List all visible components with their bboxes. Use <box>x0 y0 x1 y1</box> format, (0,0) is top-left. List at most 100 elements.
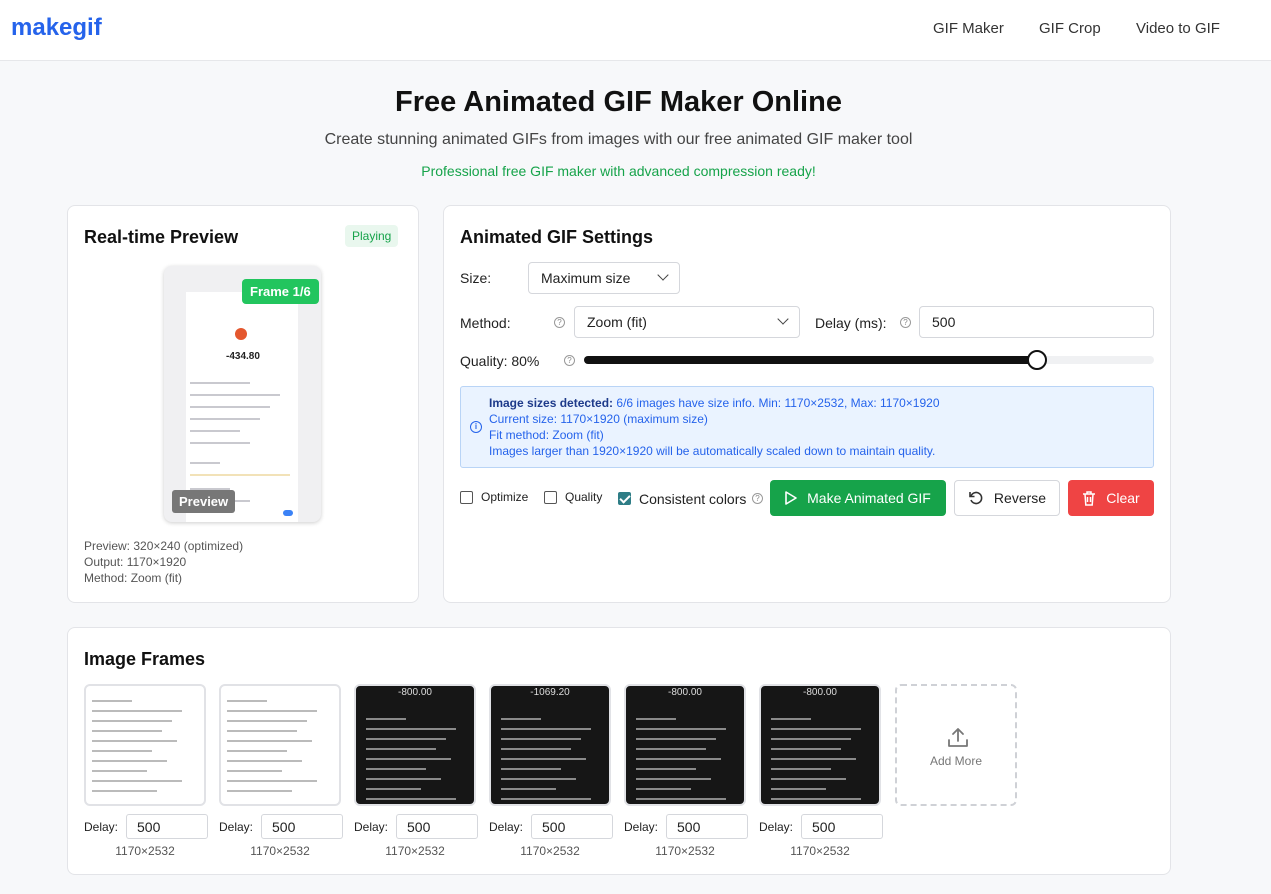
frame-text-line <box>771 758 856 760</box>
clear-label: Clear <box>1106 490 1140 506</box>
frame-text-line <box>92 730 162 732</box>
frame-text-line <box>227 710 317 712</box>
rotate-ccw-icon <box>969 491 983 505</box>
quality-help-icon[interactable]: ? <box>564 355 575 366</box>
make-gif-button[interactable]: Make Animated GIF <box>770 480 946 516</box>
info-line-current: Current size: 1170×1920 (maximum size) <box>489 412 708 426</box>
frame-text-line <box>501 798 591 800</box>
page-title: Free Animated GIF Maker Online <box>395 86 842 118</box>
frame-text-line <box>92 790 157 792</box>
nav-gif-crop[interactable]: GIF Crop <box>1039 20 1101 37</box>
method-select-value: Zoom (fit) <box>587 314 647 330</box>
frame-thumbnail[interactable]: -800.00 <box>354 684 476 806</box>
chevron-down-icon <box>657 269 669 281</box>
frame-text-line <box>227 770 282 772</box>
frame-text-line <box>366 758 451 760</box>
trash-icon <box>1083 491 1096 506</box>
frame-thumbnail[interactable] <box>219 684 341 806</box>
frame-text-line <box>636 718 676 720</box>
frame-text-line <box>771 768 831 770</box>
info-line-scaling: Images larger than 1920×1920 will be aut… <box>489 444 936 458</box>
status-badge: Playing <box>345 225 399 247</box>
frame-thumbnail[interactable]: -800.00 <box>759 684 881 806</box>
top-bar: makegif GIF Maker GIF Crop Video to GIF <box>0 0 1271 61</box>
frame-text-line <box>501 768 561 770</box>
frame-delay-label: Delay: <box>354 820 389 834</box>
frame-delay-label: Delay: <box>759 820 794 834</box>
info-icon: i <box>470 421 482 433</box>
quality-checkbox[interactable] <box>544 491 557 504</box>
consistent-colors-checkbox[interactable] <box>618 492 631 505</box>
output-size-info: Output: 1170×1920 <box>84 555 187 569</box>
frame-text-line <box>366 738 446 740</box>
preview-image: -434.80 <box>164 266 321 522</box>
frame-thumbnail[interactable]: -1069.20 <box>489 684 611 806</box>
frame-delay-label: Delay: <box>489 820 524 834</box>
frame-delay-input[interactable]: 500 <box>666 814 748 839</box>
method-info: Method: Zoom (fit) <box>84 571 183 585</box>
frame-text-line <box>227 750 287 752</box>
add-more-label: Add More <box>929 754 983 768</box>
frame-delay-input[interactable]: 500 <box>261 814 343 839</box>
quality-slider-handle[interactable] <box>1027 350 1047 370</box>
frame-text-line <box>92 740 177 742</box>
frame-text-line <box>366 798 456 800</box>
frames-title: Image Frames <box>84 649 206 669</box>
clear-button[interactable]: Clear <box>1068 480 1154 516</box>
nav-gif-maker[interactable]: GIF Maker <box>933 20 1004 37</box>
preview-title: Real-time Preview <box>84 227 239 247</box>
frame-text-line <box>636 738 716 740</box>
frame-text-line <box>366 768 426 770</box>
frame-text-line <box>227 780 317 782</box>
quality-slider[interactable] <box>584 350 1154 370</box>
preview-screen: -434.80 <box>186 292 298 522</box>
frame-delay-input[interactable]: 500 <box>396 814 478 839</box>
nav-video-to-gif[interactable]: Video to GIF <box>1136 20 1220 37</box>
frame-text-line <box>92 720 172 722</box>
merchant-icon <box>235 328 247 340</box>
frame-text-line <box>501 748 571 750</box>
optimize-checkbox[interactable] <box>460 491 473 504</box>
frame-text-line <box>771 778 846 780</box>
frame-text-line <box>636 758 721 760</box>
settings-title: Animated GIF Settings <box>460 227 654 247</box>
frame-delay-input[interactable]: 500 <box>531 814 613 839</box>
method-help-icon[interactable]: ? <box>554 317 565 328</box>
delay-help-icon[interactable]: ? <box>900 317 911 328</box>
method-label: Method: <box>460 315 511 331</box>
frame-dimensions: 1170×2532 <box>520 844 580 858</box>
delay-input[interactable]: 500 <box>919 306 1154 338</box>
preview-card: Real-time Preview Playing -434.80 Frame … <box>67 205 419 603</box>
frame-text-line <box>636 778 711 780</box>
method-select[interactable]: Zoom (fit) <box>574 306 800 338</box>
preview-size-info: Preview: 320×240 (optimized) <box>84 539 244 553</box>
frame-dimensions: 1170×2532 <box>115 844 175 858</box>
frame-text-line <box>501 788 556 790</box>
frame-text-line <box>501 778 576 780</box>
quality-label: Quality: 80% <box>460 353 540 369</box>
page-tagline: Professional free GIF maker with advance… <box>421 163 816 179</box>
frame-text-line <box>636 728 726 730</box>
frame-amount: -800.00 <box>803 687 837 698</box>
quality-checkbox-label: Quality <box>565 490 603 504</box>
frame-thumbnail[interactable] <box>84 684 206 806</box>
size-select[interactable]: Maximum size <box>528 262 680 294</box>
logo[interactable]: makegif <box>11 14 102 42</box>
frame-delay-input[interactable]: 500 <box>126 814 208 839</box>
size-info-box: i Image sizes detected: 6/6 images have … <box>460 386 1154 468</box>
consistent-colors-help-icon[interactable]: ? <box>752 493 763 504</box>
frame-text-line <box>501 758 586 760</box>
frame-text-line <box>636 788 691 790</box>
frame-text-line <box>227 700 267 702</box>
size-label: Size: <box>460 270 492 286</box>
frame-text-line <box>227 720 307 722</box>
reverse-button[interactable]: Reverse <box>954 480 1060 516</box>
frame-delay-input[interactable]: 500 <box>801 814 883 839</box>
frame-text-line <box>501 718 541 720</box>
chevron-down-icon <box>777 313 789 325</box>
frame-delay-label: Delay: <box>624 820 659 834</box>
frame-amount: -800.00 <box>398 687 432 698</box>
add-more-button[interactable]: Add More <box>895 684 1017 806</box>
toggle-icon <box>283 510 293 516</box>
frame-thumbnail[interactable]: -800.00 <box>624 684 746 806</box>
